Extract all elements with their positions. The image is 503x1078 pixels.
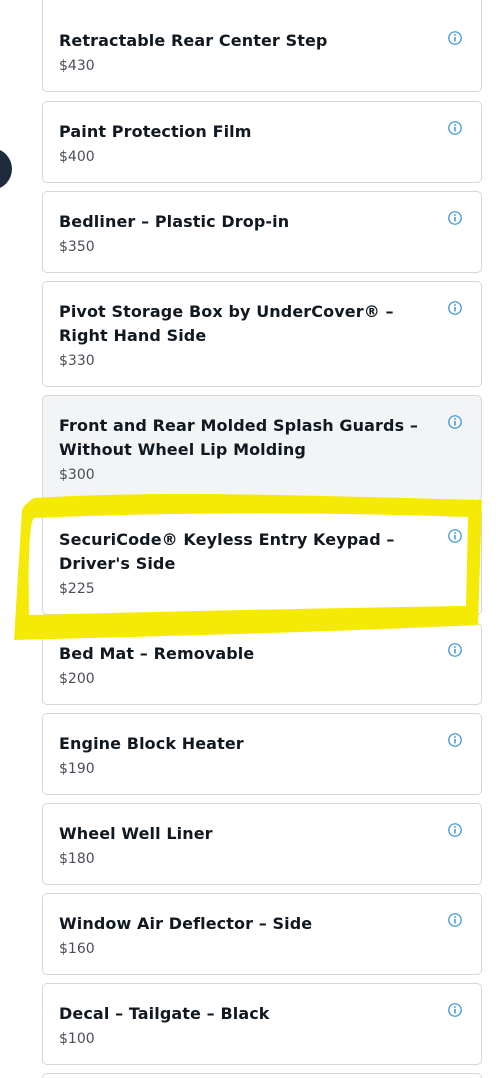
accessory-price: $190 bbox=[59, 761, 95, 777]
accessory-card-bed-mat[interactable]: Bed Mat – Removable $200 bbox=[42, 623, 482, 705]
accessory-card-securicode-keypad[interactable]: SecuriCode® Keyless Entry Keypad – Drive… bbox=[42, 509, 482, 615]
accessory-price: $225 bbox=[59, 581, 95, 597]
accessory-card-paint-protection-film[interactable]: Paint Protection Film $400 bbox=[42, 101, 482, 183]
accessory-card-retractable-rear-center-step[interactable]: Retractable Rear Center Step $430 bbox=[42, 0, 482, 92]
accessory-title: Retractable Rear Center Step bbox=[59, 31, 328, 50]
accessory-card-bedliner[interactable]: Bedliner – Plastic Drop-in $350 bbox=[42, 191, 482, 273]
accessory-price: $300 bbox=[59, 467, 95, 483]
accessory-title: Wheel Well Liner bbox=[59, 824, 213, 843]
accessory-title: Front and Rear Molded Splash Guards – Wi… bbox=[59, 416, 418, 459]
accessories-page: Retractable Rear Center Step $430 Paint … bbox=[0, 0, 503, 1078]
accessory-title: Engine Block Heater bbox=[59, 734, 244, 753]
info-icon[interactable] bbox=[448, 913, 462, 927]
carousel-nav-dot[interactable] bbox=[0, 148, 12, 190]
accessory-card-splash-guards[interactable]: Front and Rear Molded Splash Guards – Wi… bbox=[42, 395, 482, 501]
accessory-price: $350 bbox=[59, 239, 95, 255]
info-icon[interactable] bbox=[448, 529, 462, 543]
accessory-price: $180 bbox=[59, 851, 95, 867]
accessory-card-engine-block-heater[interactable]: Engine Block Heater $190 bbox=[42, 713, 482, 795]
accessory-price: $100 bbox=[59, 1031, 95, 1047]
accessory-title: Bed Mat – Removable bbox=[59, 644, 255, 663]
accessory-title: Window Air Deflector – Side bbox=[59, 914, 313, 933]
info-icon[interactable] bbox=[448, 733, 462, 747]
accessory-card-decal-tailgate[interactable]: Decal – Tailgate – Black $100 bbox=[42, 983, 482, 1065]
accessory-title: Decal – Tailgate – Black bbox=[59, 1004, 270, 1023]
info-icon[interactable] bbox=[448, 415, 462, 429]
accessory-title: SecuriCode® Keyless Entry Keypad – Drive… bbox=[59, 530, 395, 573]
accessory-price: $430 bbox=[59, 58, 95, 74]
accessory-price: $400 bbox=[59, 149, 95, 165]
info-icon[interactable] bbox=[448, 823, 462, 837]
accessory-price: $160 bbox=[59, 941, 95, 957]
accessory-card-partial[interactable] bbox=[42, 1073, 482, 1078]
info-icon[interactable] bbox=[448, 31, 462, 45]
info-icon[interactable] bbox=[448, 301, 462, 315]
info-icon[interactable] bbox=[448, 121, 462, 135]
accessory-card-window-air-deflector[interactable]: Window Air Deflector – Side $160 bbox=[42, 893, 482, 975]
accessory-card-pivot-storage-box[interactable]: Pivot Storage Box by UnderCover® – Right… bbox=[42, 281, 482, 387]
accessory-price: $200 bbox=[59, 671, 95, 687]
accessory-price: $330 bbox=[59, 353, 95, 369]
accessory-card-wheel-well-liner[interactable]: Wheel Well Liner $180 bbox=[42, 803, 482, 885]
info-icon[interactable] bbox=[448, 211, 462, 225]
accessory-title: Pivot Storage Box by UnderCover® – Right… bbox=[59, 302, 394, 345]
info-icon[interactable] bbox=[448, 1003, 462, 1017]
accessory-title: Bedliner – Plastic Drop-in bbox=[59, 212, 290, 231]
info-icon[interactable] bbox=[448, 643, 462, 657]
accessory-title: Paint Protection Film bbox=[59, 122, 252, 141]
